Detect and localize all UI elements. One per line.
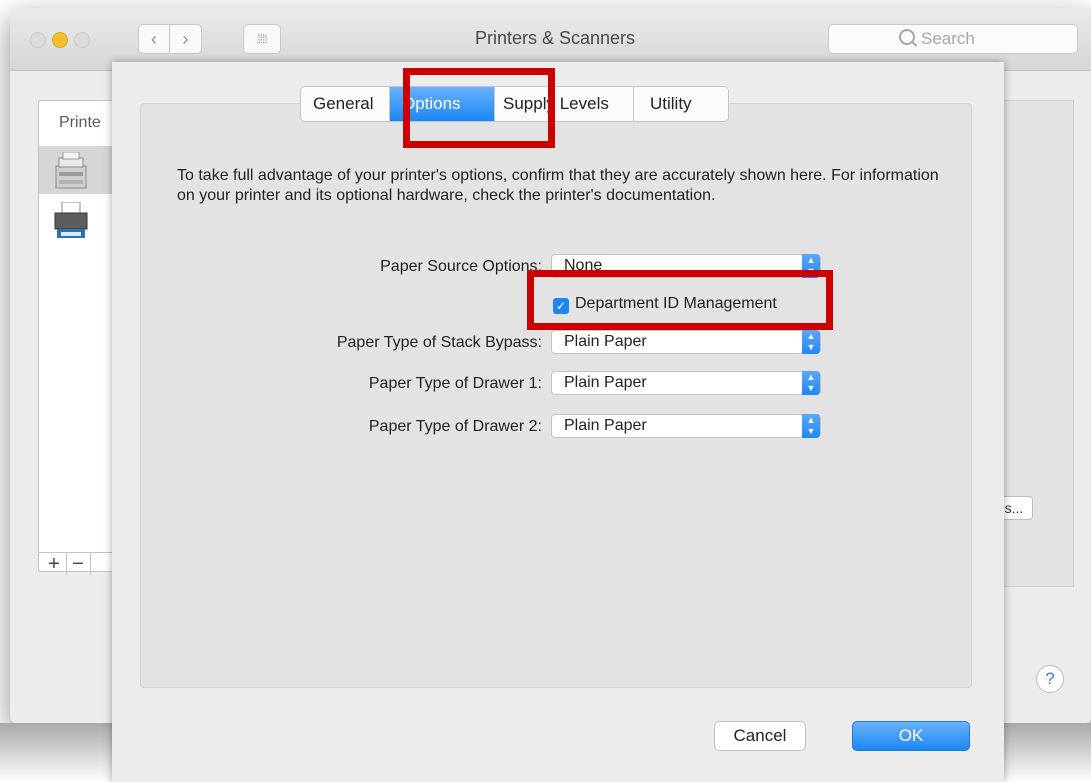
drawer2-label: Paper Type of Drawer 2: [368,418,542,435]
ok-button[interactable]: OK [852,721,970,751]
search-placeholder: Search [921,29,975,48]
close-window-button[interactable] [30,32,46,48]
inkjet-printer-icon [54,202,88,238]
search-field[interactable]: Search [828,24,1078,54]
chevron-right-icon: › [182,29,189,49]
zoom-window-button[interactable] [74,32,90,48]
drawer2-value: Plain Paper [564,417,647,434]
window-title: Printers & Scanners [474,28,636,48]
search-icon [899,29,915,45]
drawer1-value: Plain Paper [564,374,647,391]
options-tab-highlight [403,68,555,148]
drawer1-label: Paper Type of Drawer 1: [368,375,542,392]
printer-list-label: Printe [59,114,101,131]
stack-bypass-value: Plain Paper [564,333,647,350]
grid-icon: ⁞⁞⁞⁞ [257,32,267,46]
department-id-highlight [527,270,833,330]
options-description: To take full advantage of your printer's… [177,167,939,204]
popup-arrows-icon: ▲ ▼ [802,371,820,395]
stack-bypass-label: Paper Type of Stack Bypass: [336,334,542,351]
cancel-button[interactable]: Cancel [714,721,806,751]
show-all-button[interactable]: ⁞⁞⁞⁞ [243,24,281,54]
chevron-left-icon: ‹ [151,29,157,49]
popup-arrows-icon: ▲ ▼ [802,414,820,438]
popup-arrows-icon: ▲ ▼ [802,330,820,354]
printer-options-sheet: General Options Supply Levels Utility To… [112,62,1004,782]
minimize-window-button[interactable] [52,32,68,48]
stack-bypass-popup[interactable]: Plain Paper ▲ ▼ [551,330,821,354]
multifunction-printer-icon [55,152,87,189]
forward-button[interactable]: › [170,24,202,54]
paper-source-label: Paper Source Options: [380,258,542,275]
tab-general[interactable]: General [301,87,390,121]
tab-utility[interactable]: Utility [634,87,728,121]
add-printer-button[interactable]: + [42,553,67,575]
drawer1-popup[interactable]: Plain Paper ▲ ▼ [551,371,821,395]
back-button[interactable]: ‹ [138,24,170,54]
drawer2-popup[interactable]: Plain Paper ▲ ▼ [551,414,821,438]
help-button[interactable]: ? [1036,665,1064,693]
remove-printer-button[interactable]: − [66,553,91,575]
